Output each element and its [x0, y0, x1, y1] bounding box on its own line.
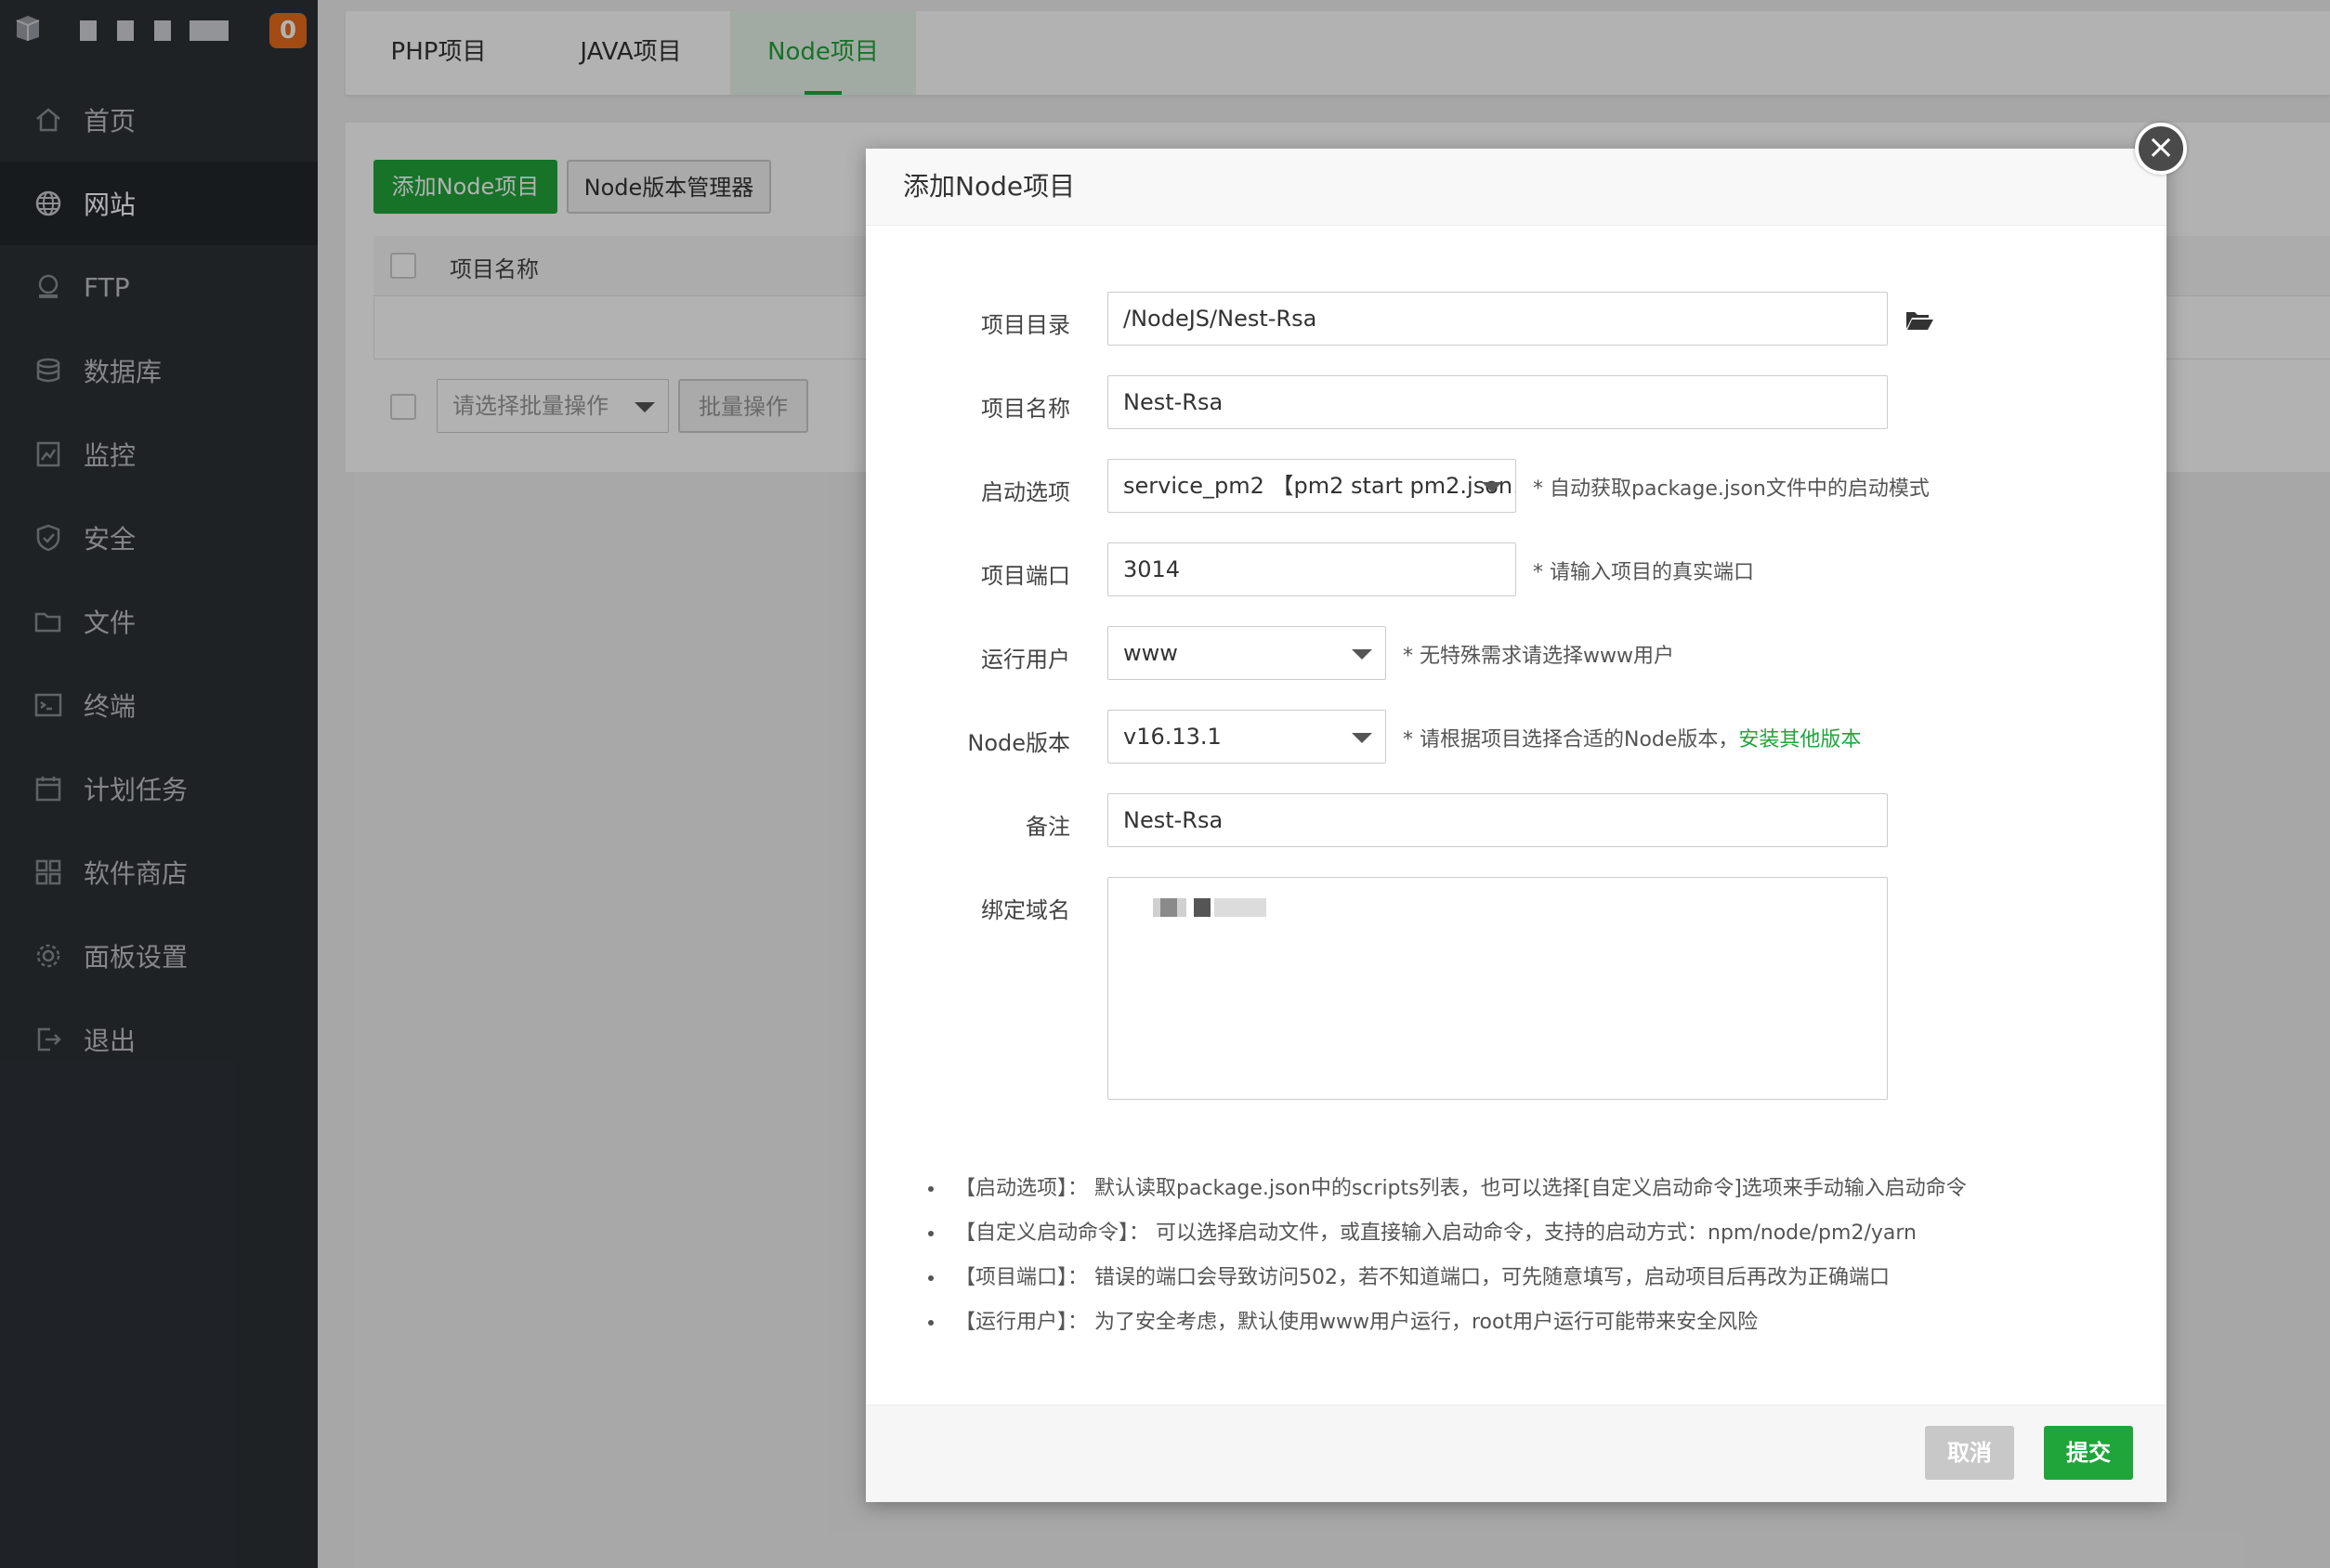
help-note: 【启动选项】： 默认读取package.json中的scripts列表，也可以选… — [946, 1167, 2153, 1211]
chevron-down-icon — [1482, 482, 1502, 492]
start-option-value: service_pm2 【pm2 start pm2.json… — [1123, 473, 1516, 499]
run-user-value: www — [1123, 640, 1178, 666]
project-name-input[interactable]: Nest-Rsa — [1107, 375, 1888, 429]
close-icon: × — [2146, 128, 2176, 166]
domain-redacted — [1214, 898, 1266, 917]
dialog-footer: 取消 提交 — [866, 1405, 2166, 1502]
folder-open-icon[interactable] — [1905, 305, 1934, 334]
start-option-label: 启动选项 — [981, 479, 1070, 505]
remark-label: 备注 — [1026, 814, 1070, 840]
chevron-down-icon — [1352, 733, 1372, 743]
help-note: 【运行用户】： 为了安全考虑，默认使用www用户运行，root用户运行可能带来安… — [946, 1300, 2153, 1345]
dialog-title: 添加Node项目 — [866, 149, 2166, 226]
close-button[interactable]: × — [2135, 123, 2187, 175]
run-user-label: 运行用户 — [981, 647, 1070, 673]
submit-button[interactable]: 提交 — [2044, 1426, 2133, 1480]
project-name-label: 项目名称 — [981, 396, 1070, 422]
install-other-versions-link[interactable]: 安装其他版本 — [1738, 728, 1861, 751]
project-port-hint: * 请输入项目的真实端口 — [1533, 561, 1754, 584]
node-version-select[interactable]: v16.13.1 — [1107, 710, 1386, 764]
add-node-project-dialog: 添加Node项目 × 项目目录 /NodeJS/Nest-Rsa 项目名称 Ne… — [866, 123, 2187, 1502]
help-note: 【项目端口】： 错误的端口会导致访问502，若不知道端口，可先随意填写，启动项目… — [946, 1256, 2153, 1300]
bind-domain-label: 绑定域名 — [981, 897, 1070, 923]
project-port-input[interactable]: 3014 — [1107, 542, 1516, 596]
node-version-value: v16.13.1 — [1123, 724, 1222, 750]
run-user-select[interactable]: www — [1107, 626, 1386, 680]
run-user-hint: * 无特殊需求请选择www用户 — [1403, 645, 1674, 668]
start-option-select[interactable]: service_pm2 【pm2 start pm2.json… — [1107, 459, 1516, 513]
start-option-hint: * 自动获取package.json文件中的启动模式 — [1533, 477, 1930, 501]
help-note: 【自定义启动命令】： 可以选择启动文件，或直接输入启动命令，支持的启动方式：np… — [946, 1211, 2153, 1256]
node-version-hint: * 请根据项目选择合适的Node版本，安装其他版本 — [1403, 723, 1861, 752]
domain-redacted — [1160, 898, 1177, 917]
chevron-down-icon — [1352, 649, 1372, 660]
remark-input[interactable]: Nest-Rsa — [1107, 793, 1888, 847]
project-dir-input[interactable]: /NodeJS/Nest-Rsa — [1107, 292, 1888, 346]
project-dir-label: 项目目录 — [981, 312, 1070, 338]
cancel-button[interactable]: 取消 — [1925, 1426, 2014, 1480]
project-port-label: 项目端口 — [981, 563, 1070, 589]
bind-domain-textarea[interactable] — [1107, 877, 1888, 1100]
domain-redacted — [1194, 898, 1211, 917]
help-notes: 【启动选项】： 默认读取package.json中的scripts列表，也可以选… — [922, 1167, 2153, 1345]
node-version-hint-text: * 请根据项目选择合适的Node版本， — [1403, 728, 1739, 751]
node-version-label: Node版本 — [967, 730, 1070, 756]
